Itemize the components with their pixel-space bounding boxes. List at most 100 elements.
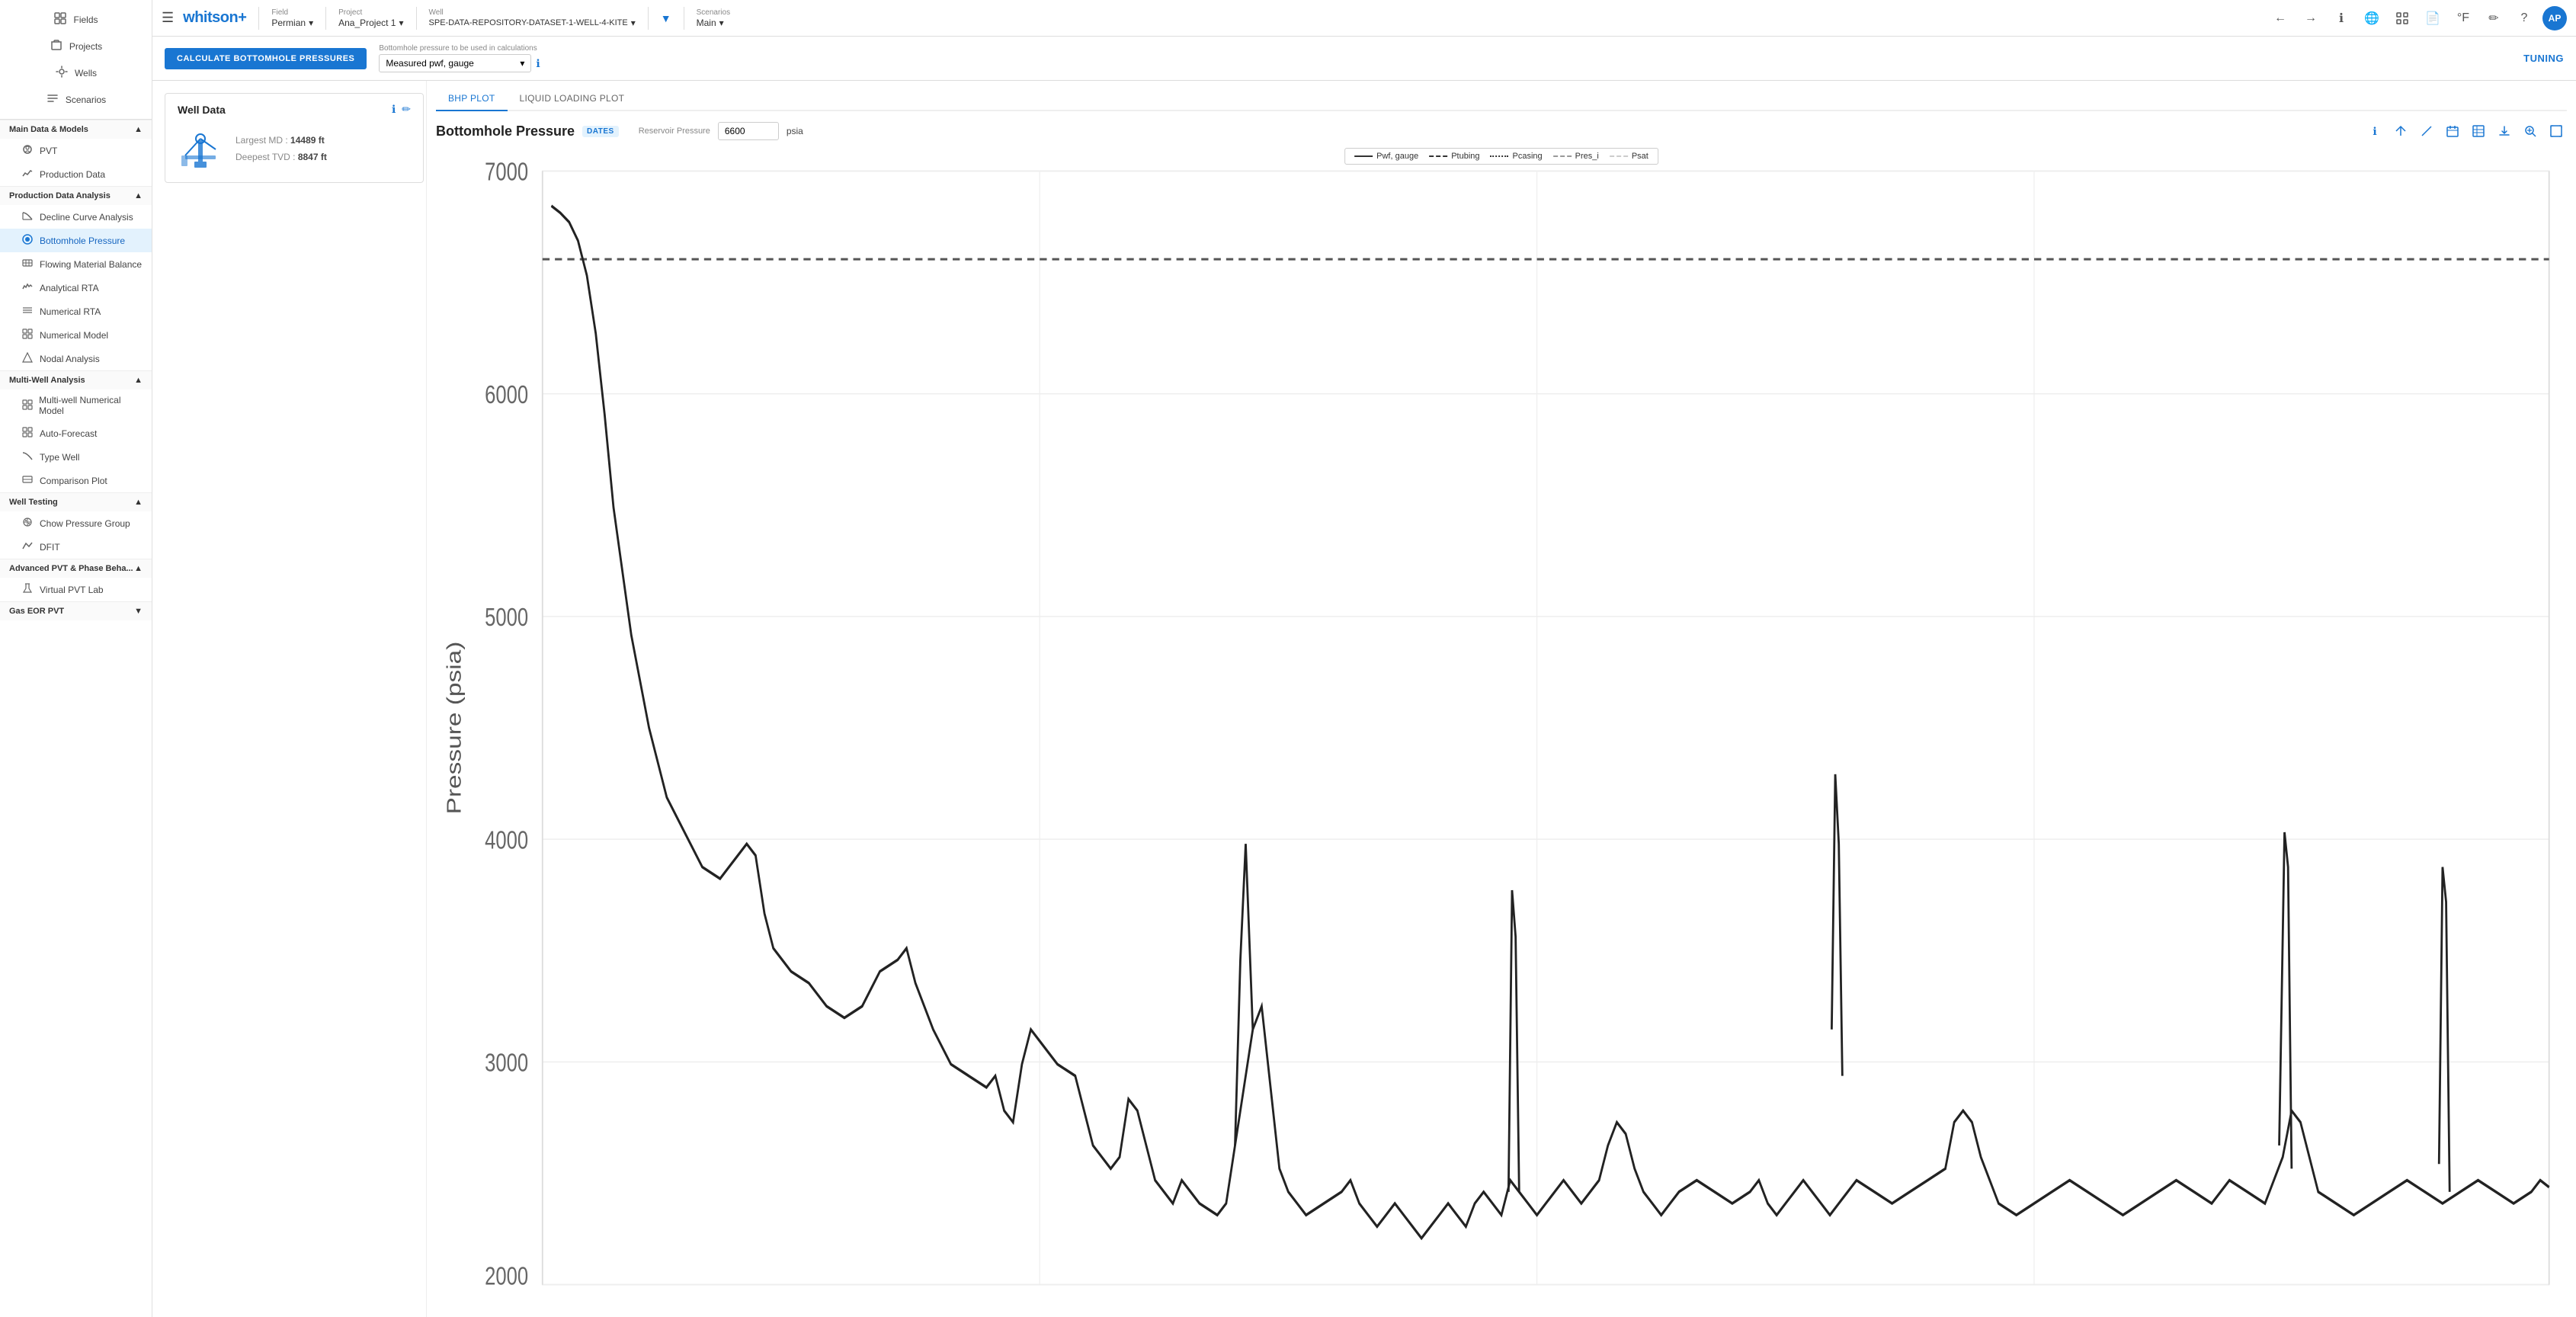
sidebar-item-wells[interactable]: Wells — [46, 59, 106, 86]
user-avatar[interactable]: AP — [2542, 6, 2567, 30]
well-dropdown-icon: ▾ — [631, 18, 636, 28]
sidebar-item-chow-pressure-group[interactable]: Chow Pressure Group — [0, 511, 152, 535]
sidebar-item-projects[interactable]: Projects — [40, 33, 111, 59]
chart-legend: Pwf, gauge Ptubing Pcasing Pres_i — [1344, 148, 1658, 165]
sidebar-item-auto-forecast[interactable]: Auto-Forecast — [0, 421, 152, 445]
sidebar-item-scenarios[interactable]: Scenarios — [37, 86, 115, 113]
sidebar-label-fields: Fields — [73, 14, 98, 25]
largest-md-value: 14489 ft — [290, 135, 325, 146]
section-gas-eor[interactable]: Gas EOR PVT ▼ — [0, 601, 152, 620]
grid-icon[interactable] — [2390, 6, 2414, 30]
chevron-up-icon-4: ▲ — [134, 498, 143, 507]
sidebar-item-type-well[interactable]: Type Well — [0, 445, 152, 469]
bhp-selector-label: Bottomhole pressure to be used in calcul… — [379, 44, 540, 53]
chart-line-tool-icon[interactable] — [2416, 120, 2437, 142]
sidebar: Fields Projects Wells — [0, 0, 152, 1317]
sidebar-label-analytical-rta: Analytical RTA — [40, 283, 99, 293]
document-icon[interactable]: 📄 — [2421, 6, 2445, 30]
reservoir-pressure-input[interactable] — [718, 122, 779, 140]
sidebar-item-numerical-rta[interactable]: Numerical RTA — [0, 300, 152, 323]
chevron-up-icon-3: ▲ — [134, 376, 143, 385]
sidebar-label-scenarios: Scenarios — [66, 95, 106, 105]
sidebar-item-flowing-material-balance[interactable]: Flowing Material Balance — [0, 252, 152, 276]
tab-liquid-loading[interactable]: LIQUID LOADING PLOT — [508, 87, 637, 111]
chart-zoom-icon[interactable] — [2520, 120, 2541, 142]
divider-3 — [416, 7, 417, 30]
chart-data-table-icon[interactable] — [2468, 120, 2489, 142]
chevron-up-icon: ▲ — [134, 125, 143, 134]
dfit-icon — [21, 540, 34, 553]
scenarios-dropdown-icon: ▾ — [719, 18, 724, 28]
back-button[interactable]: ← — [2268, 6, 2292, 30]
hamburger-icon[interactable]: ☰ — [162, 10, 174, 26]
section-well-testing[interactable]: Well Testing ▲ — [0, 492, 152, 511]
sidebar-item-decline-curve[interactable]: Decline Curve Analysis — [0, 205, 152, 229]
sidebar-item-nodal-analysis[interactable]: Nodal Analysis — [0, 347, 152, 370]
bhp-chart-header: Bottomhole Pressure DATES Reservoir Pres… — [436, 120, 2567, 142]
well-data-edit-icon[interactable]: ✏ — [402, 103, 411, 116]
calculate-bottomhole-pressures-button[interactable]: CALCULATE BOTTOMHOLE PRESSURES — [165, 48, 367, 69]
sidebar-label-chow-pressure-group: Chow Pressure Group — [40, 518, 130, 529]
tab-bhp-plot[interactable]: BHP PLOT — [436, 87, 508, 111]
help-icon[interactable]: ? — [2512, 6, 2536, 30]
production-data-icon — [21, 168, 34, 181]
forward-button[interactable]: → — [2299, 6, 2323, 30]
left-panel: Well Data ℹ ✏ — [152, 81, 427, 1317]
sidebar-item-virtual-pvt-lab[interactable]: Virtual PVT Lab — [0, 578, 152, 601]
dates-badge[interactable]: DATES — [582, 126, 619, 137]
sidebar-item-multi-well-numerical[interactable]: Multi-well Numerical Model — [0, 389, 152, 421]
numerical-rta-icon — [21, 305, 34, 318]
project-selector[interactable]: Ana_Project 1 ▾ — [338, 18, 403, 28]
tuning-link[interactable]: TUNING — [2523, 53, 2564, 64]
well-label: Well — [429, 8, 636, 17]
well-data-tvd: Deepest TVD : 8847 ft — [235, 149, 327, 166]
sidebar-label-flowing-material-balance: Flowing Material Balance — [40, 259, 142, 270]
sidebar-item-fields[interactable]: Fields — [44, 6, 107, 33]
well-selector[interactable]: SPE-DATA-REPOSITORY-DATASET-1-WELL-4-KIT… — [429, 18, 636, 28]
section-multi-well[interactable]: Multi-Well Analysis ▲ — [0, 370, 152, 389]
reservoir-pressure-unit: psia — [787, 126, 803, 136]
main-split: Well Data ℹ ✏ — [152, 81, 2576, 1317]
globe-icon[interactable]: 🌐 — [2360, 6, 2384, 30]
sidebar-label-projects: Projects — [69, 41, 102, 52]
sidebar-item-production-data[interactable]: Production Data — [0, 162, 152, 186]
sidebar-item-comparison-plot[interactable]: Comparison Plot — [0, 469, 152, 492]
bhp-info-icon[interactable]: ℹ — [536, 57, 540, 70]
sidebar-label-wells: Wells — [75, 68, 97, 79]
temperature-icon[interactable]: °F — [2451, 6, 2475, 30]
section-main-data[interactable]: Main Data & Models ▲ — [0, 120, 152, 139]
filter-icon[interactable]: ▼ — [661, 12, 671, 24]
section-production-analysis[interactable]: Production Data Analysis ▲ — [0, 186, 152, 205]
sidebar-item-bottomhole-pressure[interactable]: Bottomhole Pressure — [0, 229, 152, 252]
edit-icon[interactable]: ✏ — [2481, 6, 2506, 30]
brand-name: whitson — [183, 9, 238, 26]
chart-info-icon[interactable]: ℹ — [2364, 120, 2385, 142]
sidebar-item-dfit[interactable]: DFIT — [0, 535, 152, 559]
section-advanced-pvt[interactable]: Advanced PVT & Phase Beha... ▲ — [0, 559, 152, 578]
sidebar-label-numerical-rta: Numerical RTA — [40, 306, 101, 317]
sidebar-item-pvt[interactable]: PVT — [0, 139, 152, 162]
scenarios-selector[interactable]: Main ▾ — [697, 18, 730, 28]
field-selector[interactable]: Permian ▾ — [271, 18, 313, 28]
section-production-analysis-label: Production Data Analysis — [9, 191, 111, 200]
topbar-project-group: Project Ana_Project 1 ▾ — [338, 8, 403, 28]
topbar-field-group: Field Permian ▾ — [271, 8, 313, 28]
bhp-chart-svg: 7000 6000 5000 4000 3000 2000 Pressure (… — [436, 148, 2567, 1308]
chart-expand-icon[interactable] — [2546, 120, 2567, 142]
type-well-icon — [21, 450, 34, 463]
chart-zoom-reset-icon[interactable] — [2390, 120, 2411, 142]
svg-text:2000: 2000 — [485, 1262, 528, 1290]
sidebar-item-numerical-model[interactable]: Numerical Model — [0, 323, 152, 347]
sidebar-item-analytical-rta[interactable]: Analytical RTA — [0, 276, 152, 300]
chart-calendar-icon[interactable] — [2442, 120, 2463, 142]
chevron-up-icon-2: ▲ — [134, 191, 143, 200]
sidebar-label-nodal-analysis: Nodal Analysis — [40, 354, 100, 364]
right-panel: BHP PLOT LIQUID LOADING PLOT Bottomhole … — [427, 81, 2576, 1317]
info-button[interactable]: ℹ — [2329, 6, 2353, 30]
chart-download-icon[interactable] — [2494, 120, 2515, 142]
bhp-tabs: BHP PLOT LIQUID LOADING PLOT — [436, 81, 2567, 111]
bhp-dropdown[interactable]: Measured pwf, gauge ▾ — [379, 54, 531, 72]
divider-1 — [258, 7, 259, 30]
chevron-up-icon-5: ▲ — [134, 564, 143, 573]
well-data-info-icon[interactable]: ℹ — [392, 103, 396, 116]
